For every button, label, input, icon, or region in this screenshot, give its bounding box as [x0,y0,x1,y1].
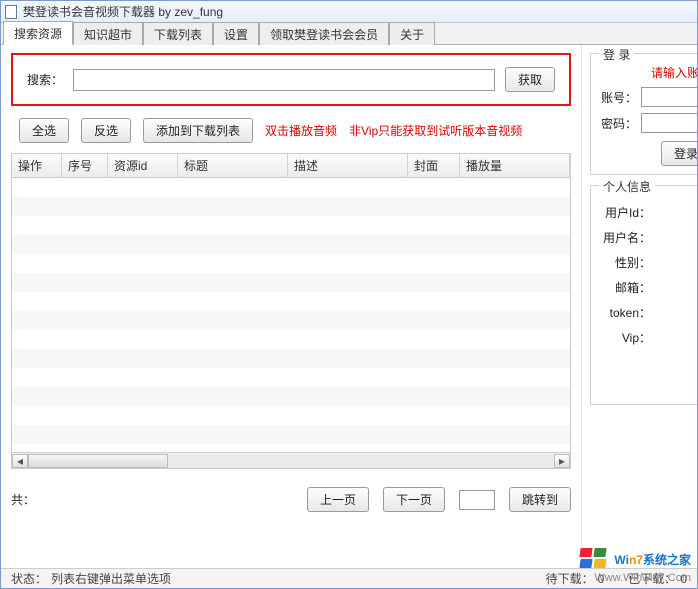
login-title: 登 录 [599,46,634,63]
window-title: 樊登读书会音视频下载器 by zev_fung [23,3,223,20]
jump-button[interactable]: 跳转到 [509,487,571,512]
tab-search-resources[interactable]: 搜索资源 [3,21,73,45]
field-email-label: 邮箱： [599,279,651,296]
fetch-button[interactable]: 获取 [505,67,555,92]
windows-logo-icon [580,548,608,570]
grid-header: 操作 序号 资源id 标题 描述 封面 播放量 [12,154,570,178]
hint-nonvip: 非Vip只能获取到试听版本音视频 [349,122,522,139]
select-all-button[interactable]: 全选 [19,118,69,143]
titlebar[interactable]: 樊登读书会音视频下载器 by zev_fung [1,1,697,23]
next-page-button[interactable]: 下一页 [383,487,445,512]
profile-fields: 用户Id： 用户名： 性别： 邮箱： token： Vip： [599,204,697,346]
tabstrip: 搜索资源 知识超市 下载列表 设置 领取樊登读书会会员 关于 [1,23,697,45]
app-icon [5,5,17,19]
watermark: Win7系统之家 [580,548,691,570]
profile-title: 个人信息 [599,178,655,195]
scroll-track[interactable] [28,454,554,468]
grid-h-scrollbar[interactable]: ◂ ▸ [11,453,571,469]
page-input[interactable] [459,490,495,510]
scroll-left-icon[interactable]: ◂ [12,454,28,468]
field-token-label: token： [599,304,651,321]
field-gender-label: 性别： [599,254,651,271]
total-label: 共： [11,491,35,508]
add-to-download-button[interactable]: 添加到下载列表 [143,118,253,143]
password-input[interactable] [641,113,697,133]
tab-knowledge-market[interactable]: 知识超市 [73,22,143,45]
col-resource-id[interactable]: 资源id [108,154,178,177]
status-text: 列表右键弹出菜单选项 [51,570,171,587]
field-username-label: 用户名： [599,229,651,246]
main-panel: 搜索： 获取 全选 反选 添加到下载列表 双击播放音频 非Vip只能获取到试听版… [1,45,581,568]
field-userid-label: 用户Id： [599,204,651,221]
col-title[interactable]: 标题 [178,154,288,177]
statusbar: 状态： 列表右键弹出菜单选项 待下载： 0 已下载： 0 [1,568,697,588]
col-action[interactable]: 操作 [12,154,62,177]
login-hint: 请输入账号 [599,64,697,81]
invert-select-button[interactable]: 反选 [81,118,131,143]
status-label: 状态： [11,570,47,587]
field-vip-label: Vip： [599,329,651,346]
app-window: 樊登读书会音视频下载器 by zev_fung 搜索资源 知识超市 下载列表 设… [0,0,698,589]
tab-get-membership[interactable]: 领取樊登读书会会员 [259,22,389,45]
pager: 共： 上一页 下一页 跳转到 [11,487,571,512]
tab-about[interactable]: 关于 [389,22,435,45]
hint-dblclick-play: 双击播放音频 [265,122,337,139]
login-button[interactable]: 登录 [661,141,697,166]
search-label: 搜索： [27,71,63,88]
results-grid[interactable]: 操作 序号 资源id 标题 描述 封面 播放量 [11,153,571,453]
password-label: 密码： [599,115,637,132]
account-input[interactable] [641,87,697,107]
side-panel: 登 录 请输入账号 账号： 密码： 登录 个人信息 用户Id： 用户 [581,45,697,568]
tab-settings[interactable]: 设置 [213,22,259,45]
toolbar-row: 全选 反选 添加到下载列表 双击播放音频 非Vip只能获取到试听版本音视频 [11,118,571,143]
scroll-right-icon[interactable]: ▸ [554,454,570,468]
search-input[interactable] [73,69,495,91]
search-box: 搜索： 获取 [11,53,571,106]
content-area: 搜索： 获取 全选 反选 添加到下载列表 双击播放音频 非Vip只能获取到试听版… [1,45,697,568]
col-index[interactable]: 序号 [62,154,108,177]
scroll-thumb[interactable] [28,454,168,468]
grid-body[interactable] [12,178,570,453]
login-group: 登 录 请输入账号 账号： 密码： 登录 [590,53,697,175]
col-plays[interactable]: 播放量 [460,154,570,177]
watermark-url: Www.Winwin7.Com [594,572,691,584]
col-desc[interactable]: 描述 [288,154,408,177]
account-label: 账号： [599,89,637,106]
watermark-brand: Win7系统之家 [614,549,691,569]
pending-label: 待下载： [546,570,594,587]
prev-page-button[interactable]: 上一页 [307,487,369,512]
profile-group: 个人信息 用户Id： 用户名： 性别： 邮箱： token： Vip： [590,185,697,405]
tab-download-list[interactable]: 下载列表 [143,22,213,45]
col-cover[interactable]: 封面 [408,154,460,177]
